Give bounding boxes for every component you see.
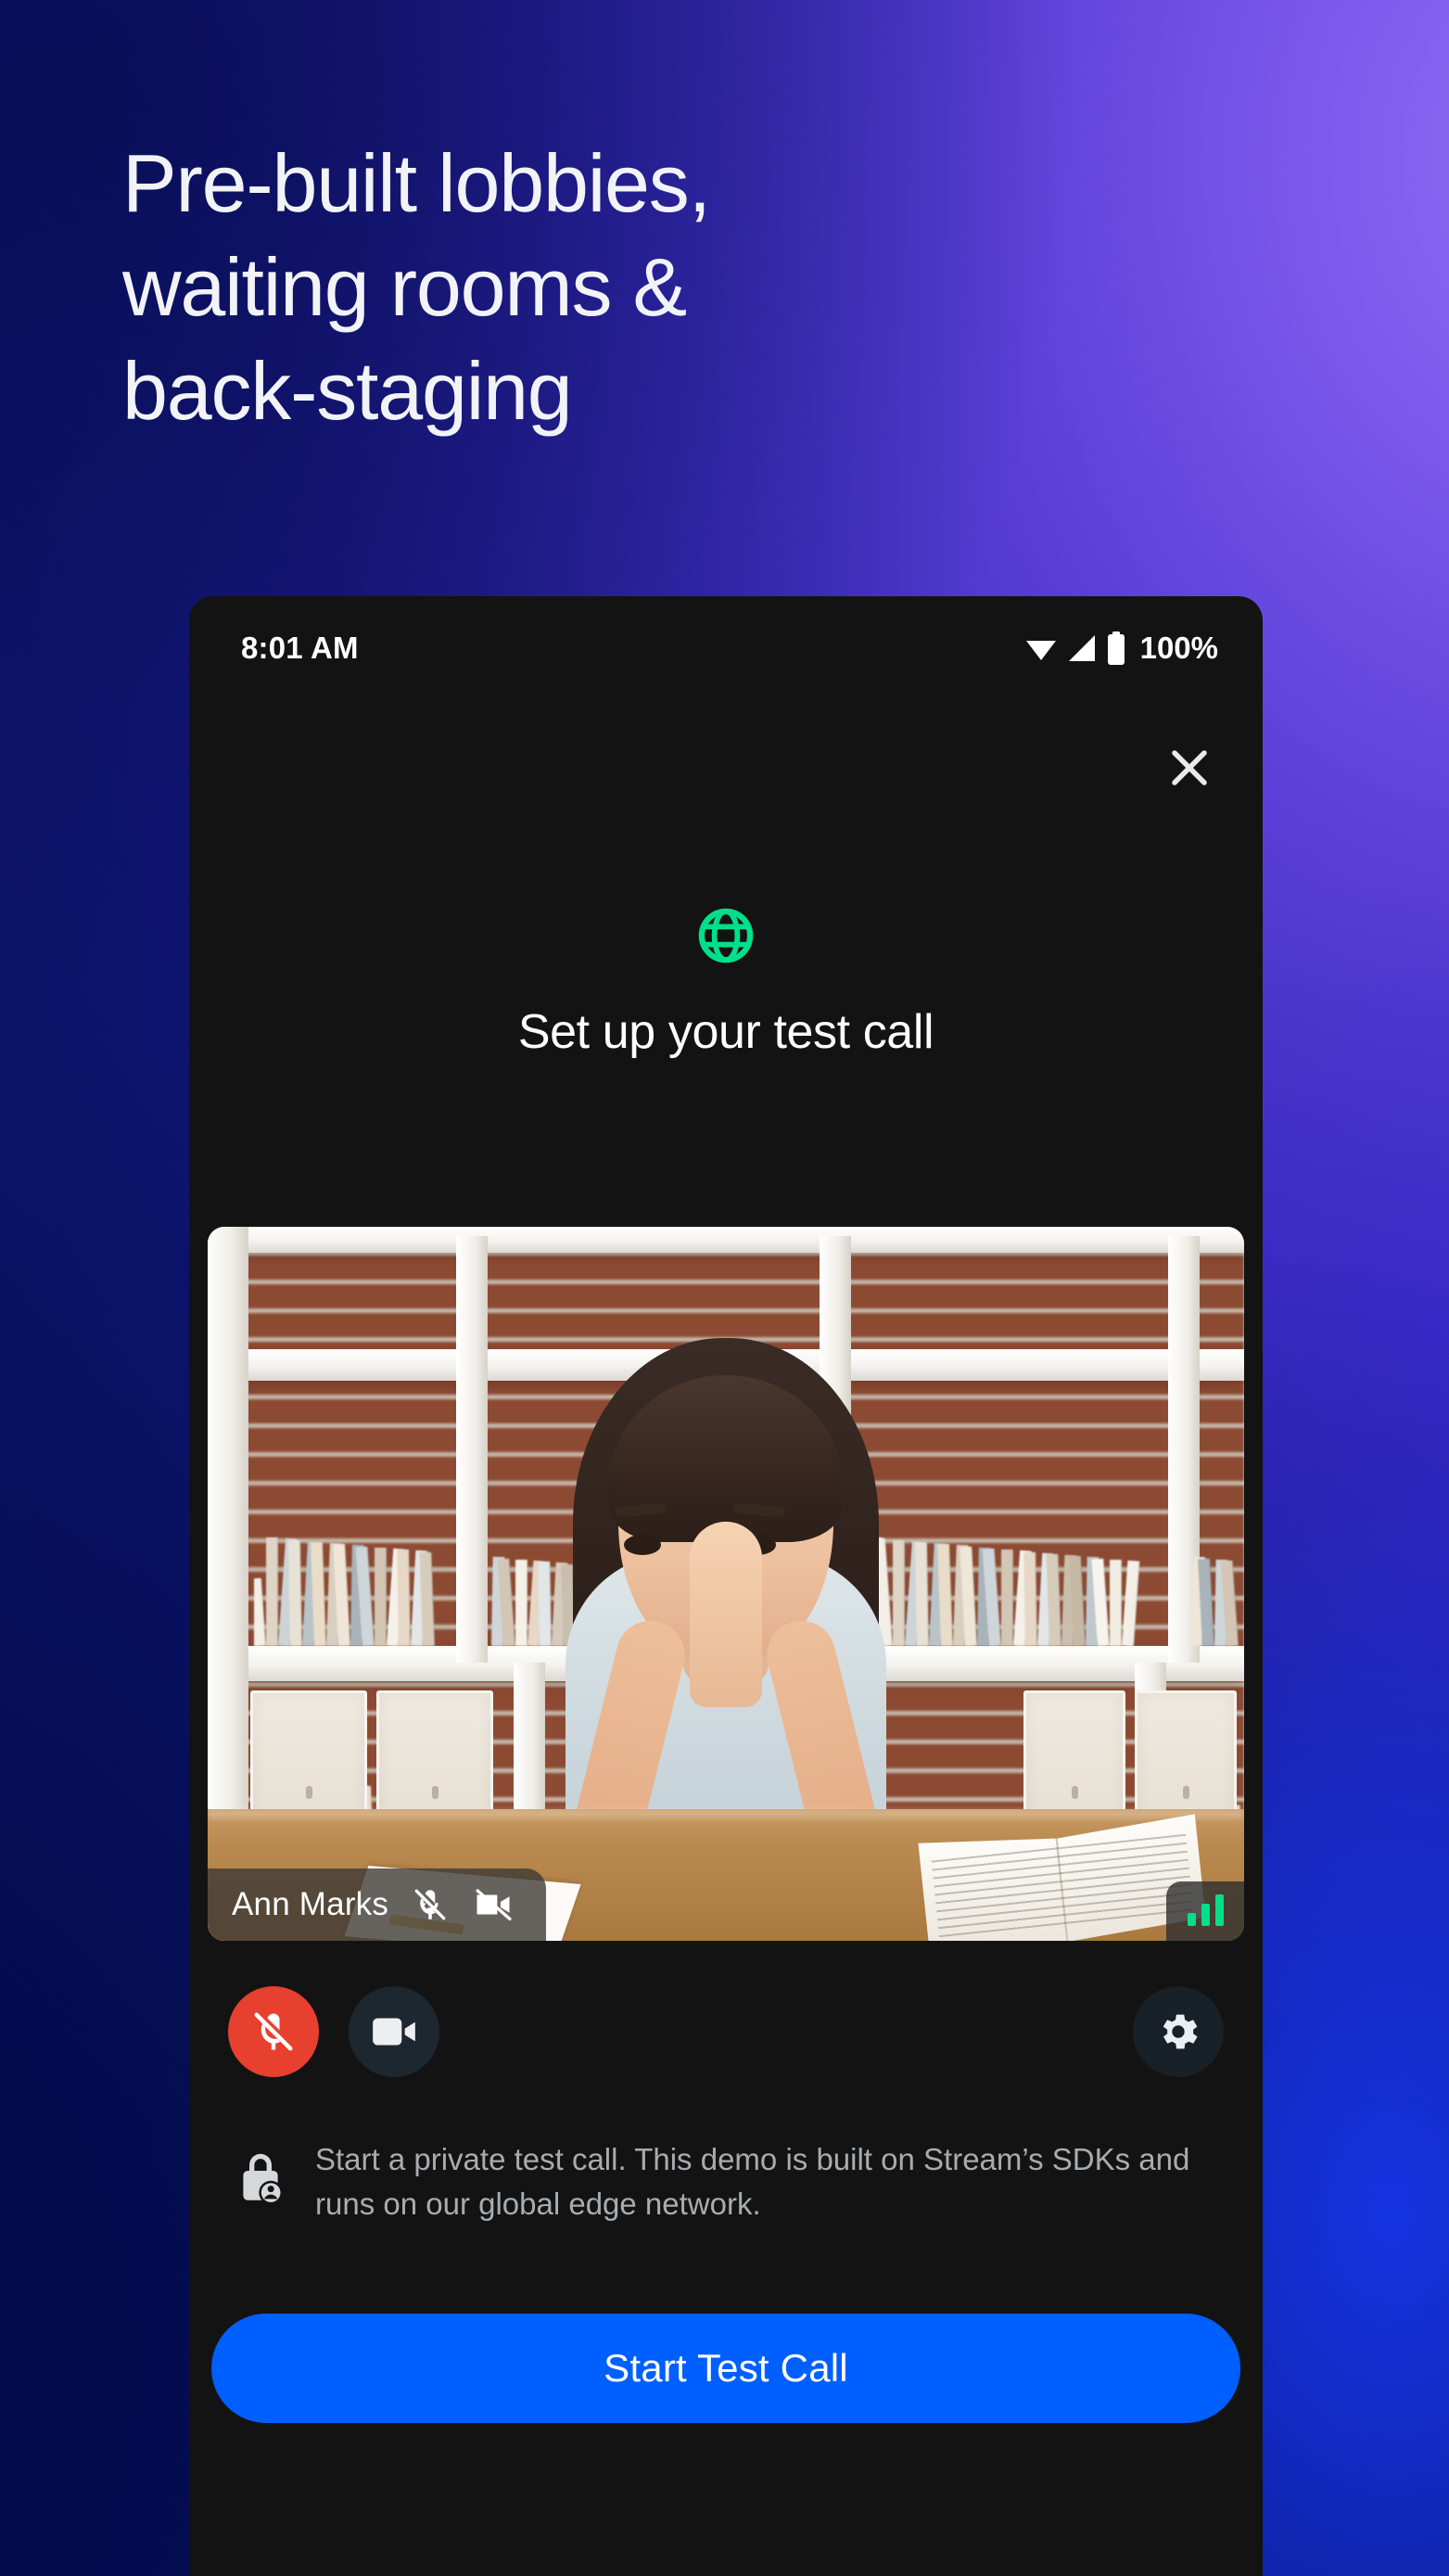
video-camera-icon (373, 2018, 415, 2046)
book-row (1190, 1537, 1244, 1646)
mic-toggle-button[interactable] (228, 1986, 319, 2077)
page-title: Set up your test call (517, 1005, 934, 1059)
mic-off-icon (414, 1889, 446, 1920)
video-preview[interactable]: Ann Marks (208, 1227, 1244, 1941)
video-off-icon (476, 1889, 512, 1921)
clasped-hands (690, 1522, 762, 1707)
book-row (254, 1537, 452, 1646)
phone-mockup: 8:01 AM 100% Set up your test call Ann M… (189, 596, 1263, 2576)
start-test-call-button[interactable]: Start Test Call (211, 2314, 1240, 2423)
promo-stage: Pre-built lobbies, waiting rooms & back-… (0, 0, 1449, 2576)
status-bar: 8:01 AM 100% (189, 596, 1263, 700)
globe-icon-wrapper (189, 905, 1263, 966)
participant-name: Ann Marks (232, 1886, 389, 1922)
camera-toggle-button[interactable] (349, 1986, 439, 2077)
participant-name-pill: Ann Marks (208, 1868, 547, 1941)
call-controls (189, 1978, 1263, 2085)
close-button[interactable] (1155, 733, 1224, 802)
lock-person-icon (234, 2136, 287, 2211)
privacy-note: Start a private test call. This demo is … (234, 2136, 1218, 2226)
battery-full-icon (1107, 631, 1125, 665)
battery-percent-label: 100% (1139, 631, 1218, 665)
status-bar-indicators: 100% (1024, 631, 1218, 666)
open-book (918, 1814, 1206, 1941)
close-icon (1172, 750, 1207, 785)
gear-icon (1163, 2014, 1198, 2049)
shelf-divider (456, 1236, 488, 1663)
promo-headline: Pre-built lobbies, waiting rooms & back-… (122, 137, 711, 437)
cellular-signal-icon (1068, 635, 1095, 661)
wifi-icon (1025, 641, 1056, 660)
signal-strength-icon (1166, 1881, 1244, 1941)
settings-button[interactable] (1133, 1986, 1224, 2077)
shelf-board (208, 1227, 1244, 1253)
eye (624, 1535, 661, 1555)
status-bar-time: 8:01 AM (241, 631, 359, 665)
mic-off-icon (254, 2012, 293, 2051)
globe-icon (698, 908, 754, 963)
privacy-note-text: Start a private test call. This demo is … (315, 2142, 1190, 2222)
video-scene (208, 1227, 1244, 1941)
